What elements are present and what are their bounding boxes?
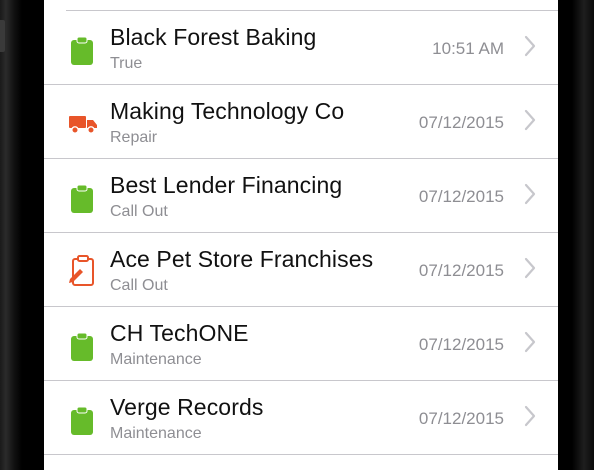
clipboard-edit-icon bbox=[68, 255, 98, 287]
item-subtitle: Repair bbox=[110, 129, 158, 146]
item-title: Best Lender Financing bbox=[110, 172, 343, 198]
clipboard-icon bbox=[69, 184, 95, 214]
item-subtitle: Call Out bbox=[110, 203, 168, 220]
item-subtitle: Maintenance bbox=[110, 425, 202, 442]
clipboard-icon bbox=[69, 406, 95, 436]
chevron-right-icon bbox=[524, 183, 536, 205]
chevron-right-icon bbox=[524, 331, 536, 353]
list-item[interactable]: CH TechONE Maintenance 07/12/2015 bbox=[44, 307, 558, 381]
chevron-right-icon bbox=[524, 257, 536, 279]
item-date: 10:51 AM bbox=[432, 39, 504, 58]
item-title: Verge Records bbox=[110, 394, 264, 420]
item-title: Black Forest Baking bbox=[110, 24, 317, 50]
list-item[interactable]: Ace Pet Store Franchises Call Out 07/12/… bbox=[44, 233, 558, 307]
chevron-right-icon bbox=[524, 35, 536, 57]
item-subtitle: Maintenance bbox=[110, 351, 202, 368]
item-subtitle: Call Out bbox=[110, 277, 168, 294]
list-item[interactable]: Best Lender Financing Call Out 07/12/201… bbox=[44, 159, 558, 233]
clipboard-icon bbox=[69, 332, 95, 362]
list-item[interactable]: Black Forest Baking True 10:51 AM bbox=[44, 11, 558, 85]
side-button bbox=[0, 20, 5, 52]
chevron-right-icon bbox=[524, 405, 536, 427]
item-title: Making Technology Co bbox=[110, 98, 345, 124]
list-item[interactable]: Verge Records Maintenance 07/12/2015 bbox=[44, 381, 558, 455]
item-subtitle: True bbox=[110, 55, 143, 72]
list-item[interactable]: Making Technology Co Repair 07/12/2015 bbox=[44, 85, 558, 159]
chevron-right-icon bbox=[524, 109, 536, 131]
item-date: 07/12/2015 bbox=[418, 187, 504, 206]
item-date: 07/12/2015 bbox=[418, 335, 504, 354]
job-list: Black Forest Baking True 10:51 AM Making… bbox=[44, 11, 558, 455]
item-date: 07/12/2015 bbox=[418, 113, 504, 132]
item-title: CH TechONE bbox=[110, 320, 249, 346]
screen: Black Forest Baking True 10:51 AM Making… bbox=[44, 0, 558, 470]
truck-icon bbox=[68, 112, 98, 136]
item-date: 07/12/2015 bbox=[418, 409, 504, 428]
item-date: 07/12/2015 bbox=[418, 261, 504, 280]
clipboard-icon bbox=[69, 36, 95, 66]
item-title: Ace Pet Store Franchises bbox=[110, 246, 374, 272]
